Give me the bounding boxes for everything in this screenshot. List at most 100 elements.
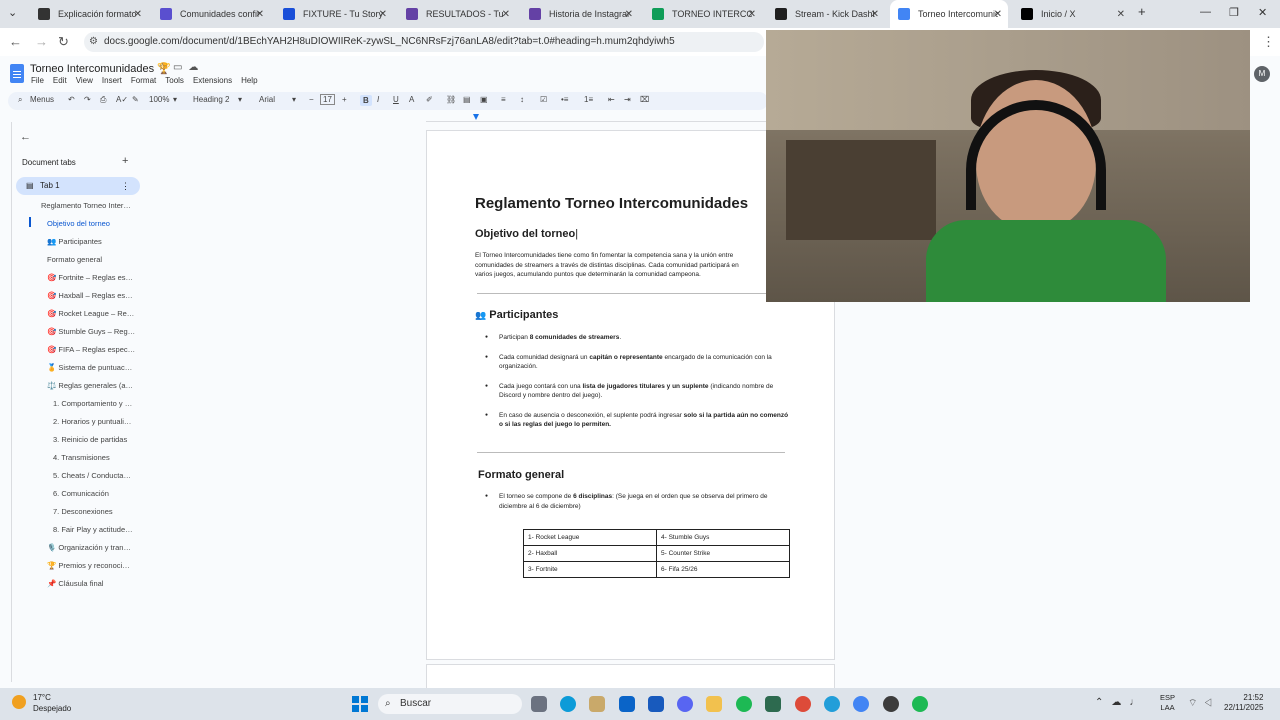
close-tab-icon[interactable]: ✕ xyxy=(379,9,387,20)
outline-item[interactable]: Objetivo del torneo xyxy=(47,219,110,228)
obs-icon[interactable] xyxy=(883,696,899,712)
outline-item[interactable]: 📌 Cláusula final xyxy=(47,579,103,588)
list-item[interactable]: Cada comunidad designará un capitán o re… xyxy=(475,353,790,372)
table-cell[interactable]: 2- Haxball xyxy=(523,545,657,562)
list-item[interactable]: El torneo se compone de 6 disciplinas: (… xyxy=(475,492,775,511)
reload-icon[interactable]: ↻ xyxy=(58,34,69,50)
browser-menu-icon[interactable]: ⋮ xyxy=(1262,34,1275,50)
menu-item[interactable]: Format xyxy=(131,76,156,85)
heading-formato[interactable]: Formato general xyxy=(478,469,564,481)
menu-item[interactable]: Insert xyxy=(102,76,122,85)
add-tab-icon[interactable]: + xyxy=(122,155,128,167)
outline-item[interactable]: 6. Comunicación xyxy=(53,489,109,498)
outline-item[interactable]: 🎯 Haxball – Reglas es… xyxy=(47,291,133,300)
close-tab-icon[interactable]: ✕ xyxy=(871,9,879,20)
more-options-icon[interactable]: ⋮ xyxy=(121,177,130,195)
url-field[interactable]: ⚙ docs.google.com/document/d/1BEchYAH2H8… xyxy=(84,32,764,52)
italic-icon[interactable]: I xyxy=(377,95,379,104)
app-icon[interactable] xyxy=(765,696,781,712)
paint-format-icon[interactable]: ✎ xyxy=(132,95,139,104)
outline-item[interactable]: 7. Desconexiones xyxy=(53,507,113,516)
weather-temperature[interactable]: 17°C xyxy=(33,693,51,702)
task-view-icon[interactable] xyxy=(531,696,547,712)
objetivo-paragraph[interactable]: El Torneo Intercomunidades tiene como fi… xyxy=(475,251,775,281)
increase-indent-icon[interactable]: ⇥ xyxy=(624,95,631,104)
numbered-list-icon[interactable]: 1≡ xyxy=(584,95,593,104)
clock[interactable]: 21:52 22/11/2025 xyxy=(1224,693,1263,713)
word-icon[interactable] xyxy=(648,696,664,712)
bold-icon[interactable]: B xyxy=(360,95,372,106)
outline-item[interactable]: 🎙️ Organización y tran… xyxy=(47,543,131,552)
microphone-icon[interactable]: ♩ xyxy=(1129,697,1147,708)
weather-condition[interactable]: Despejado xyxy=(33,704,71,713)
outlook-icon[interactable] xyxy=(619,696,635,712)
table-cell[interactable]: 6- Fifa 25/26 xyxy=(656,561,790,578)
maximize-icon[interactable]: ❐ xyxy=(1229,6,1239,19)
zoom-select[interactable]: 100% xyxy=(149,95,169,104)
highlight-icon[interactable]: ✐ xyxy=(426,95,433,104)
menu-item[interactable]: View xyxy=(76,76,93,85)
site-info-icon[interactable]: ⚙ xyxy=(89,32,98,52)
style-select[interactable]: Heading 2 xyxy=(193,95,229,104)
document-title[interactable]: Torneo Intercomunidades 🏆 xyxy=(30,62,171,75)
menu-item[interactable]: Tools xyxy=(165,76,184,85)
outline-item[interactable]: Formato general xyxy=(47,255,102,264)
outline-item[interactable]: 🏆 Premios y reconoci… xyxy=(47,561,130,570)
browser-tab[interactable]: FIXTURE - Tu Story ✕ xyxy=(275,0,393,28)
table-cell[interactable]: 1- Rocket League xyxy=(523,529,657,546)
heading-objetivo[interactable]: Objetivo del torneo| xyxy=(475,228,578,240)
text-color-icon[interactable]: A xyxy=(409,95,414,104)
file-explorer-icon[interactable] xyxy=(706,696,722,712)
close-tab-icon[interactable]: ✕ xyxy=(134,9,142,20)
docs-logo-icon[interactable] xyxy=(10,64,24,83)
menu-item[interactable]: Edit xyxy=(53,76,67,85)
decrease-indent-icon[interactable]: ⇤ xyxy=(608,95,615,104)
indent-marker-icon[interactable] xyxy=(473,114,479,120)
underline-icon[interactable]: U xyxy=(393,95,399,104)
table-cell[interactable]: 4- Stumble Guys xyxy=(656,529,790,546)
font-select[interactable]: Arial xyxy=(259,95,275,104)
outline-item[interactable]: 🎯 FIFA – Reglas espec… xyxy=(47,345,135,354)
comment-icon[interactable]: ▤ xyxy=(463,95,471,104)
outline-item[interactable]: ⚖️ Reglas generales (a… xyxy=(47,381,133,390)
close-tab-icon[interactable]: ✕ xyxy=(748,9,756,20)
language-indicator[interactable]: ESP LAA xyxy=(1160,693,1175,713)
move-folder-icon[interactable]: ▭ xyxy=(173,62,188,73)
network-volume-icons[interactable]: ⌔◁ xyxy=(1188,697,1219,710)
list-item[interactable]: Cada juego contará con una lista de juga… xyxy=(475,382,790,401)
chevron-up-icon[interactable]: ⌃ xyxy=(1095,697,1111,708)
close-tab-icon[interactable]: ✕ xyxy=(256,9,264,20)
menu-item[interactable]: Help xyxy=(241,76,257,85)
font-size-decrease-icon[interactable]: − xyxy=(309,95,314,104)
clear-formatting-icon[interactable]: ⌧ xyxy=(640,95,649,104)
link-icon[interactable]: ⛓ xyxy=(446,95,456,104)
spellcheck-icon[interactable]: A✓ xyxy=(116,95,128,104)
redo-icon[interactable]: ↷ xyxy=(84,95,91,104)
font-size-increase-icon[interactable]: + xyxy=(342,95,347,104)
close-tab-icon[interactable]: ✕ xyxy=(994,9,1002,20)
outline-item[interactable]: 🎯 Rocket League – Re… xyxy=(47,309,134,318)
browser-tab[interactable]: RESULTADOS - Tu St ✕ xyxy=(398,0,516,28)
browser-tab[interactable]: Stream - Kick Dashbo ✕ xyxy=(767,0,885,28)
font-size-field[interactable]: 17 xyxy=(320,94,335,105)
browser-tab[interactable]: Historia de Instagram ✕ xyxy=(521,0,639,28)
taskbar-search[interactable]: ⌕ Buscar xyxy=(378,694,522,714)
forward-icon[interactable]: → xyxy=(35,34,48,49)
store-icon[interactable] xyxy=(589,696,605,712)
outline-item[interactable]: 🏅 Sistema de puntuac… xyxy=(47,363,132,372)
outline-item[interactable]: 5. Cheats / Conducta… xyxy=(53,471,131,480)
table-cell[interactable]: 3- Fortnite xyxy=(523,561,657,578)
outline-item[interactable]: 8. Fair Play y actitude… xyxy=(53,525,133,534)
line-spacing-icon[interactable]: ↕ xyxy=(520,95,524,104)
menu-item[interactable]: Extensions xyxy=(193,76,232,85)
close-tab-icon[interactable]: ✕ xyxy=(502,9,510,20)
minimize-icon[interactable]: — xyxy=(1200,6,1211,18)
close-tab-icon[interactable]: ✕ xyxy=(1117,9,1125,20)
avatar[interactable]: M xyxy=(1254,66,1270,82)
list-item[interactable]: Participan 8 comunidades de streamers. xyxy=(475,333,790,343)
spotify-icon[interactable] xyxy=(736,696,752,712)
vertical-ruler[interactable] xyxy=(4,122,12,682)
outline-item[interactable]: 👥 Participantes xyxy=(47,237,102,246)
spotify-2-icon[interactable] xyxy=(912,696,928,712)
menu-item[interactable]: File xyxy=(31,76,44,85)
